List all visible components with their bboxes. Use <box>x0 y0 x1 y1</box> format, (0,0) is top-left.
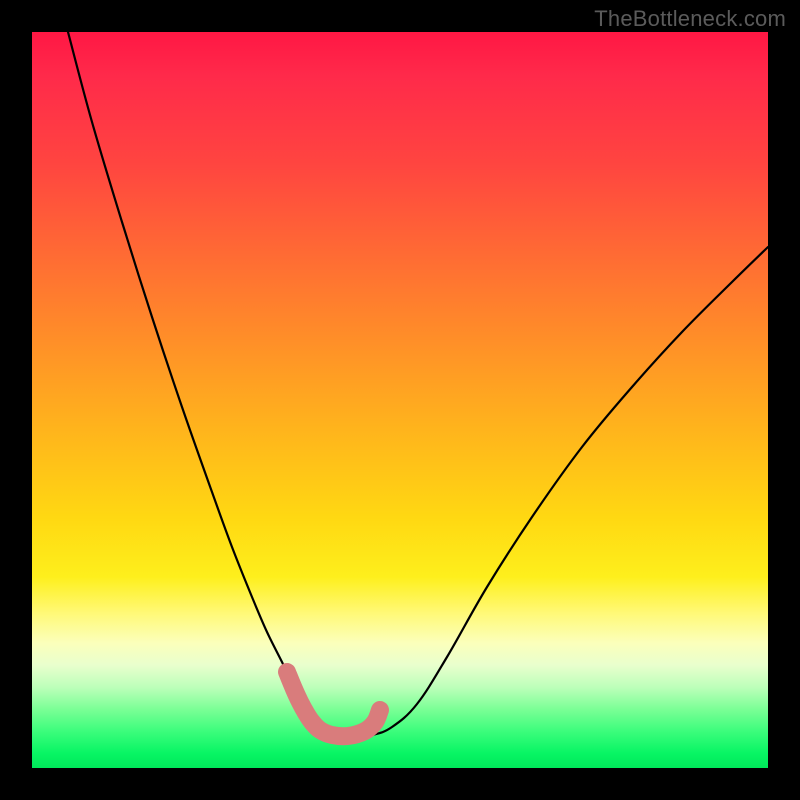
chart-frame: TheBottleneck.com <box>0 0 800 800</box>
chart-plot-area <box>32 32 768 768</box>
watermark-text: TheBottleneck.com <box>594 6 786 32</box>
highlight-segment-path <box>287 672 380 736</box>
bottleneck-curve-path <box>68 32 768 737</box>
chart-svg <box>32 32 768 768</box>
